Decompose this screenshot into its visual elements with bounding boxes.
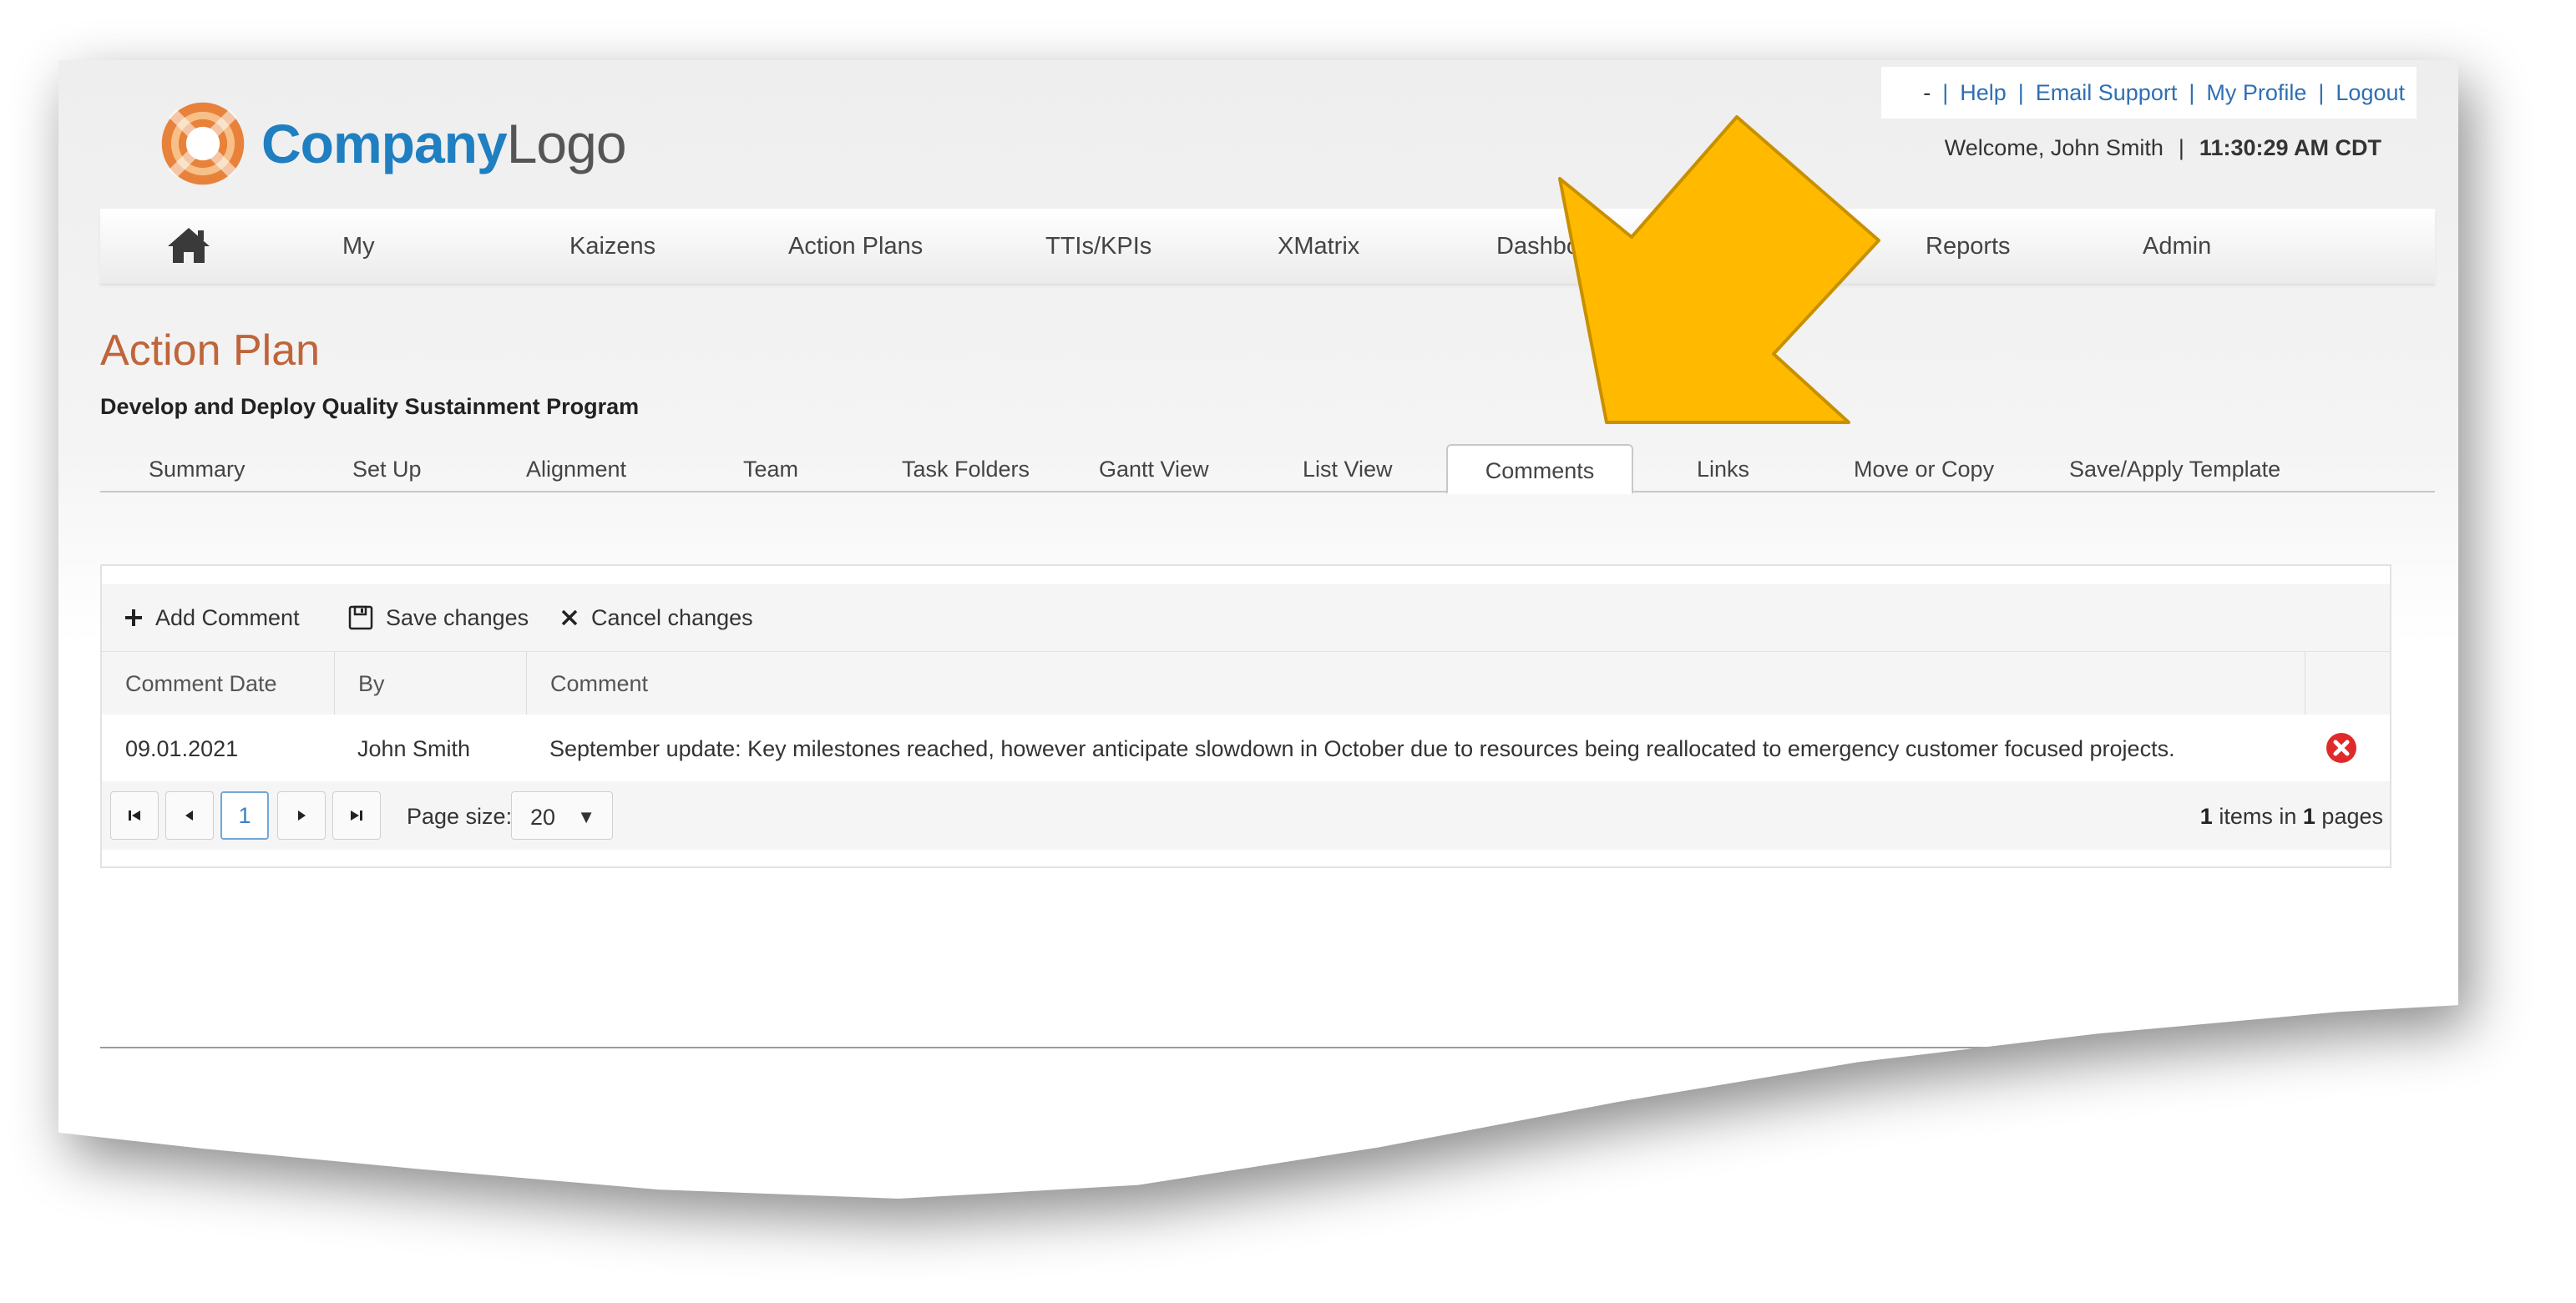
column-header-comment-date[interactable]: Comment Date xyxy=(102,652,334,715)
footer-divider xyxy=(100,1047,2435,1048)
column-header-actions xyxy=(2305,652,2390,715)
pages-count: 1 xyxy=(2302,804,2315,829)
cancel-changes-button[interactable]: Cancel changes xyxy=(559,584,753,651)
next-page-button[interactable] xyxy=(277,791,326,840)
add-comment-button[interactable]: Add Comment xyxy=(124,584,300,651)
first-page-icon xyxy=(129,811,140,821)
page-size-label: Page size: xyxy=(407,804,513,829)
column-header-comment[interactable]: Comment xyxy=(526,652,2305,715)
save-icon xyxy=(347,604,374,631)
column-header-by[interactable]: By xyxy=(334,652,526,715)
grid-pager: 1 Page size: 20 ▼ 1 items in 1 pages xyxy=(102,781,2390,850)
page-size-select[interactable]: 20 ▼ xyxy=(511,791,613,840)
prev-page-button[interactable] xyxy=(165,791,214,840)
cell-comment-date: 09.01.2021 xyxy=(125,736,239,761)
cell-by: John Smith xyxy=(357,736,471,761)
current-page-button[interactable]: 1 xyxy=(220,791,269,840)
plus-icon xyxy=(124,608,144,628)
table-row[interactable]: 09.01.2021 John Smith September update: … xyxy=(102,715,2390,782)
caret-down-icon: ▼ xyxy=(577,806,595,827)
prev-page-icon xyxy=(185,811,193,821)
last-page-icon xyxy=(351,811,362,821)
grid-toolbar: Add Comment Save changes Cancel changes xyxy=(102,584,2390,651)
page-size-value: 20 xyxy=(530,805,556,830)
first-page-button[interactable] xyxy=(110,791,159,840)
callout-arrow-icon xyxy=(1558,115,1880,424)
items-text: items in xyxy=(2219,804,2297,829)
cell-comment: September update: Key milestones reached… xyxy=(549,736,2175,761)
comments-grid: Add Comment Save changes Cancel changes … xyxy=(100,564,2391,868)
save-changes-button[interactable]: Save changes xyxy=(347,584,529,651)
page-content: CompanyLogo - | Help | Email Support | M… xyxy=(58,60,2458,1199)
last-page-button[interactable] xyxy=(332,791,381,840)
items-count: 1 xyxy=(2199,804,2213,829)
page-sheet: CompanyLogo - | Help | Email Support | M… xyxy=(58,60,2458,1199)
close-icon xyxy=(559,608,579,628)
grid-header-row: Comment Date By Comment xyxy=(102,651,2390,716)
cancel-changes-label: Cancel changes xyxy=(591,604,753,630)
save-changes-label: Save changes xyxy=(386,604,529,630)
delete-row-icon[interactable] xyxy=(2325,731,2358,765)
next-page-icon xyxy=(298,811,306,821)
add-comment-label: Add Comment xyxy=(155,604,300,630)
pages-text: pages xyxy=(2321,804,2383,829)
pager-info: 1 items in 1 pages xyxy=(2200,781,2383,850)
